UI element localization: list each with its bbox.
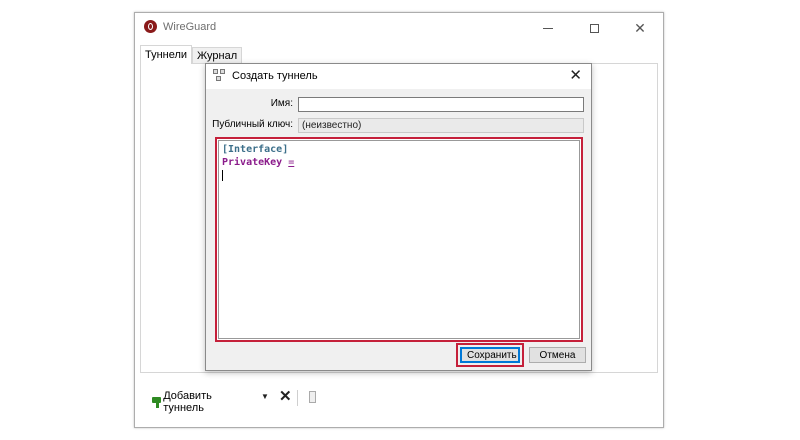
add-tunnel-button[interactable]: Добавить туннель: [151, 390, 218, 414]
close-button[interactable]: ✕: [617, 13, 663, 43]
equals-sign: =: [288, 157, 295, 168]
text-caret: [222, 170, 223, 181]
delete-icon[interactable]: ✕: [279, 389, 292, 405]
export-icon[interactable]: [309, 391, 316, 403]
config-editor[interactable]: [Interface] PrivateKey =: [215, 137, 583, 342]
add-tunnel-icon: [151, 396, 162, 409]
titlebar: WireGuard ✕: [135, 13, 663, 43]
config-editor-frame: [Interface] PrivateKey =: [218, 140, 580, 339]
name-input[interactable]: [298, 97, 584, 112]
name-row: Имя:: [206, 97, 591, 113]
tab-log[interactable]: Журнал: [192, 47, 243, 64]
close-icon: ✕: [634, 19, 646, 36]
app-title: WireGuard: [163, 21, 217, 33]
save-button[interactable]: Сохранить: [460, 347, 520, 363]
cancel-button[interactable]: Отмена: [529, 347, 586, 363]
create-tunnel-dialog: Создать туннель ✕ Имя: Публичный ключ: (…: [205, 63, 592, 371]
tunnel-icon: [213, 69, 226, 82]
private-key-label: PrivateKey: [222, 157, 283, 168]
add-tunnel-label: Добавить туннель: [163, 390, 212, 414]
public-key-value: (неизвестно): [298, 118, 584, 133]
minimize-icon: [543, 27, 553, 29]
close-icon[interactable]: ✕: [569, 67, 582, 85]
minimize-button[interactable]: [525, 13, 571, 43]
maximize-button[interactable]: [571, 13, 617, 43]
private-key-line: PrivateKey =: [222, 157, 294, 168]
wireguard-logo-icon: [144, 20, 157, 33]
public-key-label: Публичный ключ:: [212, 119, 293, 130]
name-label: Имя:: [270, 98, 293, 109]
interface-section-line: [Interface]: [222, 144, 289, 155]
public-key-row: Публичный ключ: (неизвестно): [206, 118, 591, 134]
dialog-titlebar: Создать туннель ✕: [206, 64, 591, 89]
toolbar-separator: [297, 390, 298, 406]
dialog-title: Создать туннель: [232, 70, 318, 82]
tab-tunnels[interactable]: Туннели: [140, 45, 193, 64]
maximize-icon: [589, 23, 599, 33]
chevron-down-icon[interactable]: ▼: [261, 390, 269, 404]
